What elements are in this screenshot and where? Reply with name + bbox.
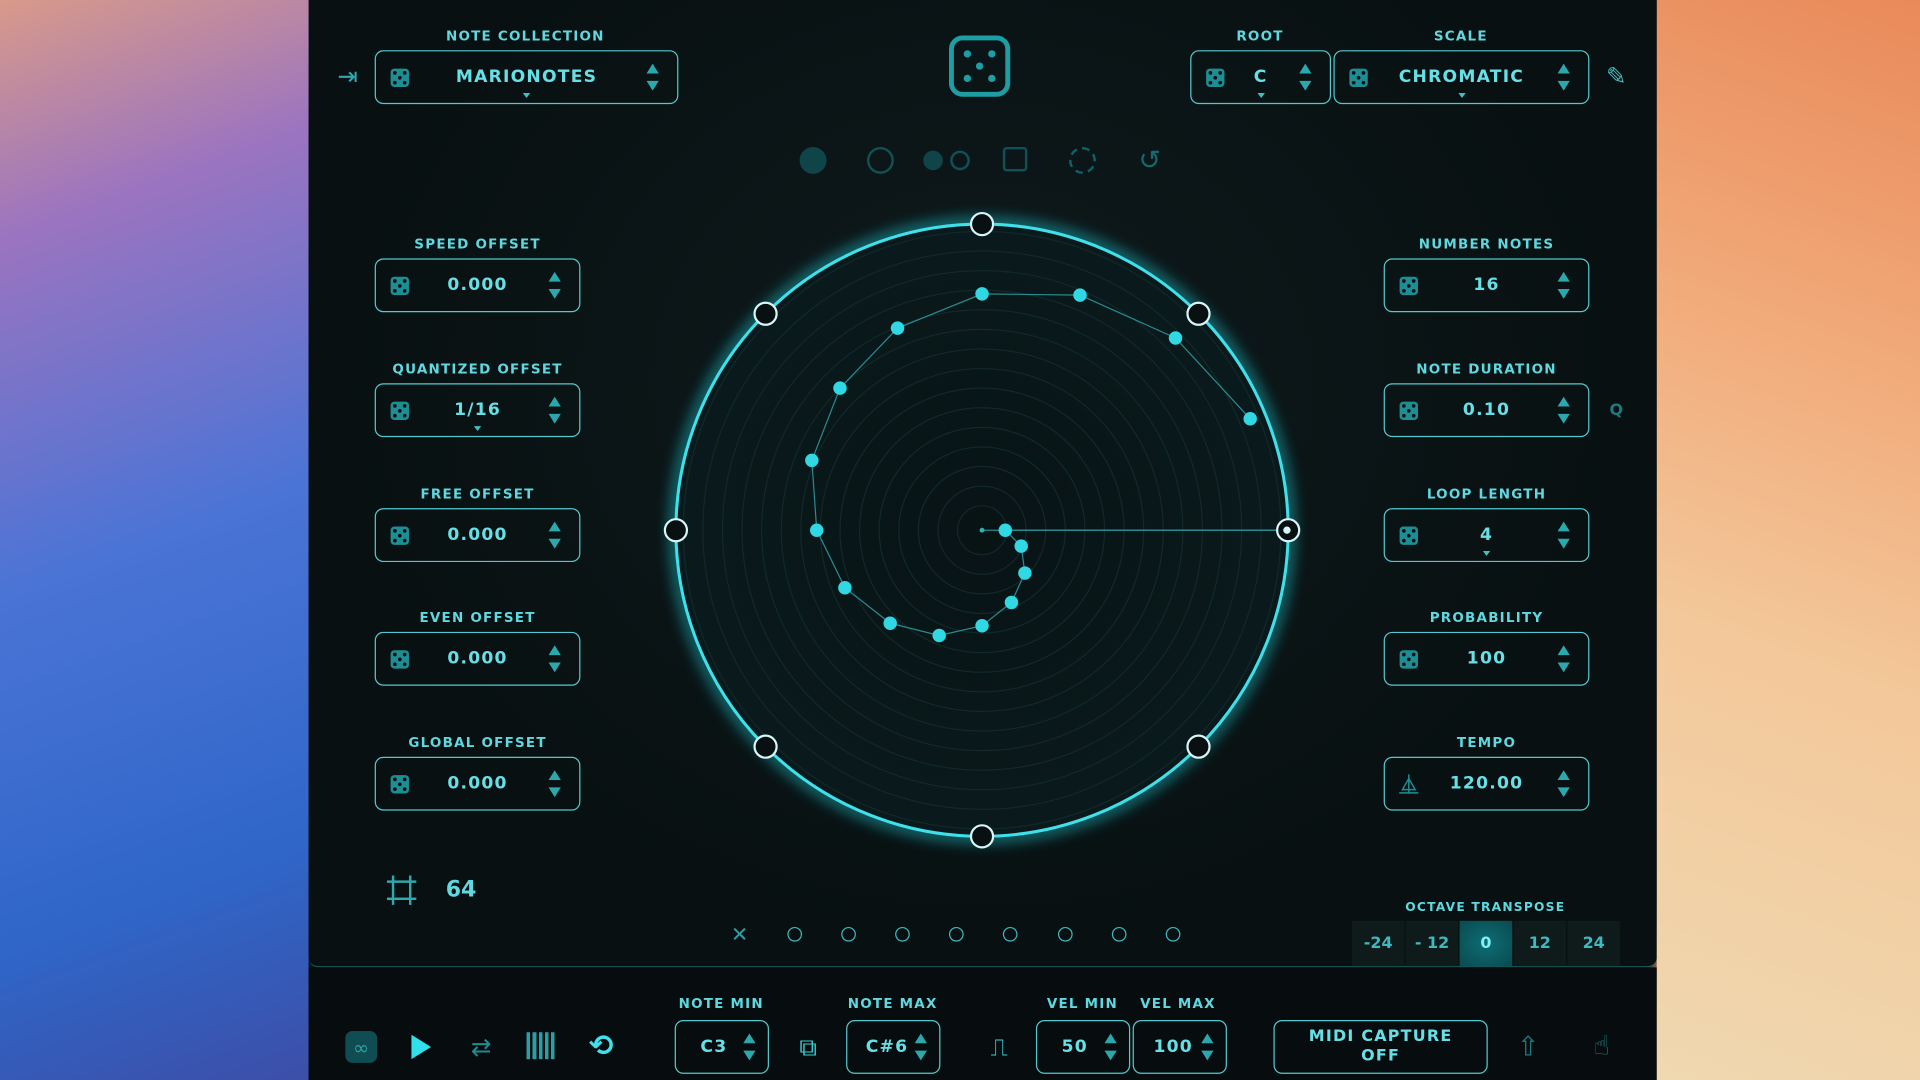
note-point[interactable] [810, 523, 824, 537]
midi-capture-button[interactable]: MIDI CAPTURE OFF [1273, 1020, 1488, 1074]
pattern-slot[interactable] [1057, 926, 1073, 942]
note-point[interactable] [975, 618, 989, 633]
center-point [979, 527, 985, 533]
grid-value[interactable]: 64 [446, 877, 477, 903]
note-max-stepper[interactable]: C#6 [846, 1020, 941, 1074]
note-point[interactable] [883, 616, 897, 631]
note-point[interactable] [998, 523, 1013, 537]
circle-handle[interactable] [1186, 734, 1211, 759]
vel-min-label: VEL MIN [1046, 995, 1119, 1012]
circle-handle[interactable] [1186, 301, 1211, 326]
grid-icon[interactable] [386, 875, 417, 905]
swap-arrows-icon[interactable]: ⇄ [465, 1031, 497, 1063]
stepper-arrows-icon[interactable] [914, 1033, 928, 1061]
app-stage: ⇥ NOTE COLLECTION MARIONOTES ROOT C SCAL… [0, 0, 1920, 1080]
note-point[interactable] [833, 381, 847, 395]
link-icon: ∞ [353, 1035, 370, 1059]
octave-option[interactable]: 0 [1459, 920, 1513, 967]
circle-handle[interactable] [753, 734, 778, 759]
playhead-handle-dot[interactable] [1283, 526, 1291, 534]
circle-handle[interactable] [969, 824, 995, 849]
circle-handle[interactable] [663, 518, 689, 543]
note-min-value: C3 [700, 1037, 728, 1057]
piano-keys-icon[interactable] [526, 1032, 556, 1060]
note-point[interactable] [1168, 331, 1183, 345]
note-point[interactable] [1073, 288, 1087, 302]
note-max-label: NOTE MAX [847, 995, 938, 1012]
note-min-stepper[interactable]: C3 [674, 1020, 769, 1074]
note-point[interactable] [1004, 595, 1019, 610]
vel-min-stepper[interactable]: 50 [1035, 1020, 1131, 1074]
velocity-wave-icon[interactable]: ⎍ [982, 1031, 1016, 1063]
stepper-arrows-icon[interactable] [1201, 1033, 1214, 1061]
octave-option[interactable]: 12 [1513, 920, 1567, 967]
note-circle-editor[interactable] [0, 0, 1920, 1080]
link-range-icon[interactable]: ⧉ [791, 1032, 825, 1061]
note-point[interactable] [1018, 566, 1032, 580]
stepper-arrows-icon[interactable] [1104, 1033, 1117, 1061]
octave-option[interactable]: -24 [1351, 920, 1405, 967]
pattern-slot[interactable] [787, 926, 803, 942]
midi-capture-state: OFF [1361, 1046, 1401, 1066]
link-sync-button[interactable]: ∞ [345, 1031, 378, 1063]
note-point[interactable] [838, 581, 852, 595]
pattern-slot[interactable] [1111, 926, 1127, 942]
hand-gesture-icon[interactable]: ☝ [1584, 1029, 1618, 1063]
clear-slots-icon[interactable]: ✕ [727, 923, 751, 947]
stepper-arrows-icon[interactable] [743, 1033, 756, 1061]
note-point[interactable] [1014, 539, 1028, 553]
note-point[interactable] [932, 628, 946, 643]
note-point[interactable] [890, 321, 905, 335]
note-point[interactable] [805, 453, 819, 468]
play-icon[interactable] [411, 1034, 432, 1060]
note-min-label: NOTE MIN [678, 995, 764, 1012]
note-point[interactable] [1243, 412, 1257, 426]
vel-max-value: 100 [1153, 1037, 1193, 1057]
octave-option[interactable]: - 12 [1405, 920, 1459, 967]
circle-handle[interactable] [753, 301, 778, 326]
pattern-slot[interactable] [1165, 926, 1181, 942]
vel-max-stepper[interactable]: 100 [1132, 1020, 1227, 1074]
vel-max-label: VEL MAX [1140, 995, 1216, 1012]
upload-icon[interactable]: ⇧ [1512, 1031, 1544, 1063]
vel-min-value: 50 [1061, 1037, 1088, 1057]
pattern-slot[interactable] [841, 926, 857, 942]
loop-icon[interactable]: ⟲ [584, 1029, 618, 1063]
circle-handle[interactable] [969, 211, 995, 237]
note-max-value: C#6 [865, 1037, 909, 1057]
octave-transpose-label: OCTAVE TRANSPOSE [1405, 901, 1566, 915]
note-point[interactable] [975, 287, 989, 301]
octave-option[interactable]: 24 [1567, 920, 1621, 967]
midi-capture-label: MIDI CAPTURE [1308, 1027, 1453, 1046]
